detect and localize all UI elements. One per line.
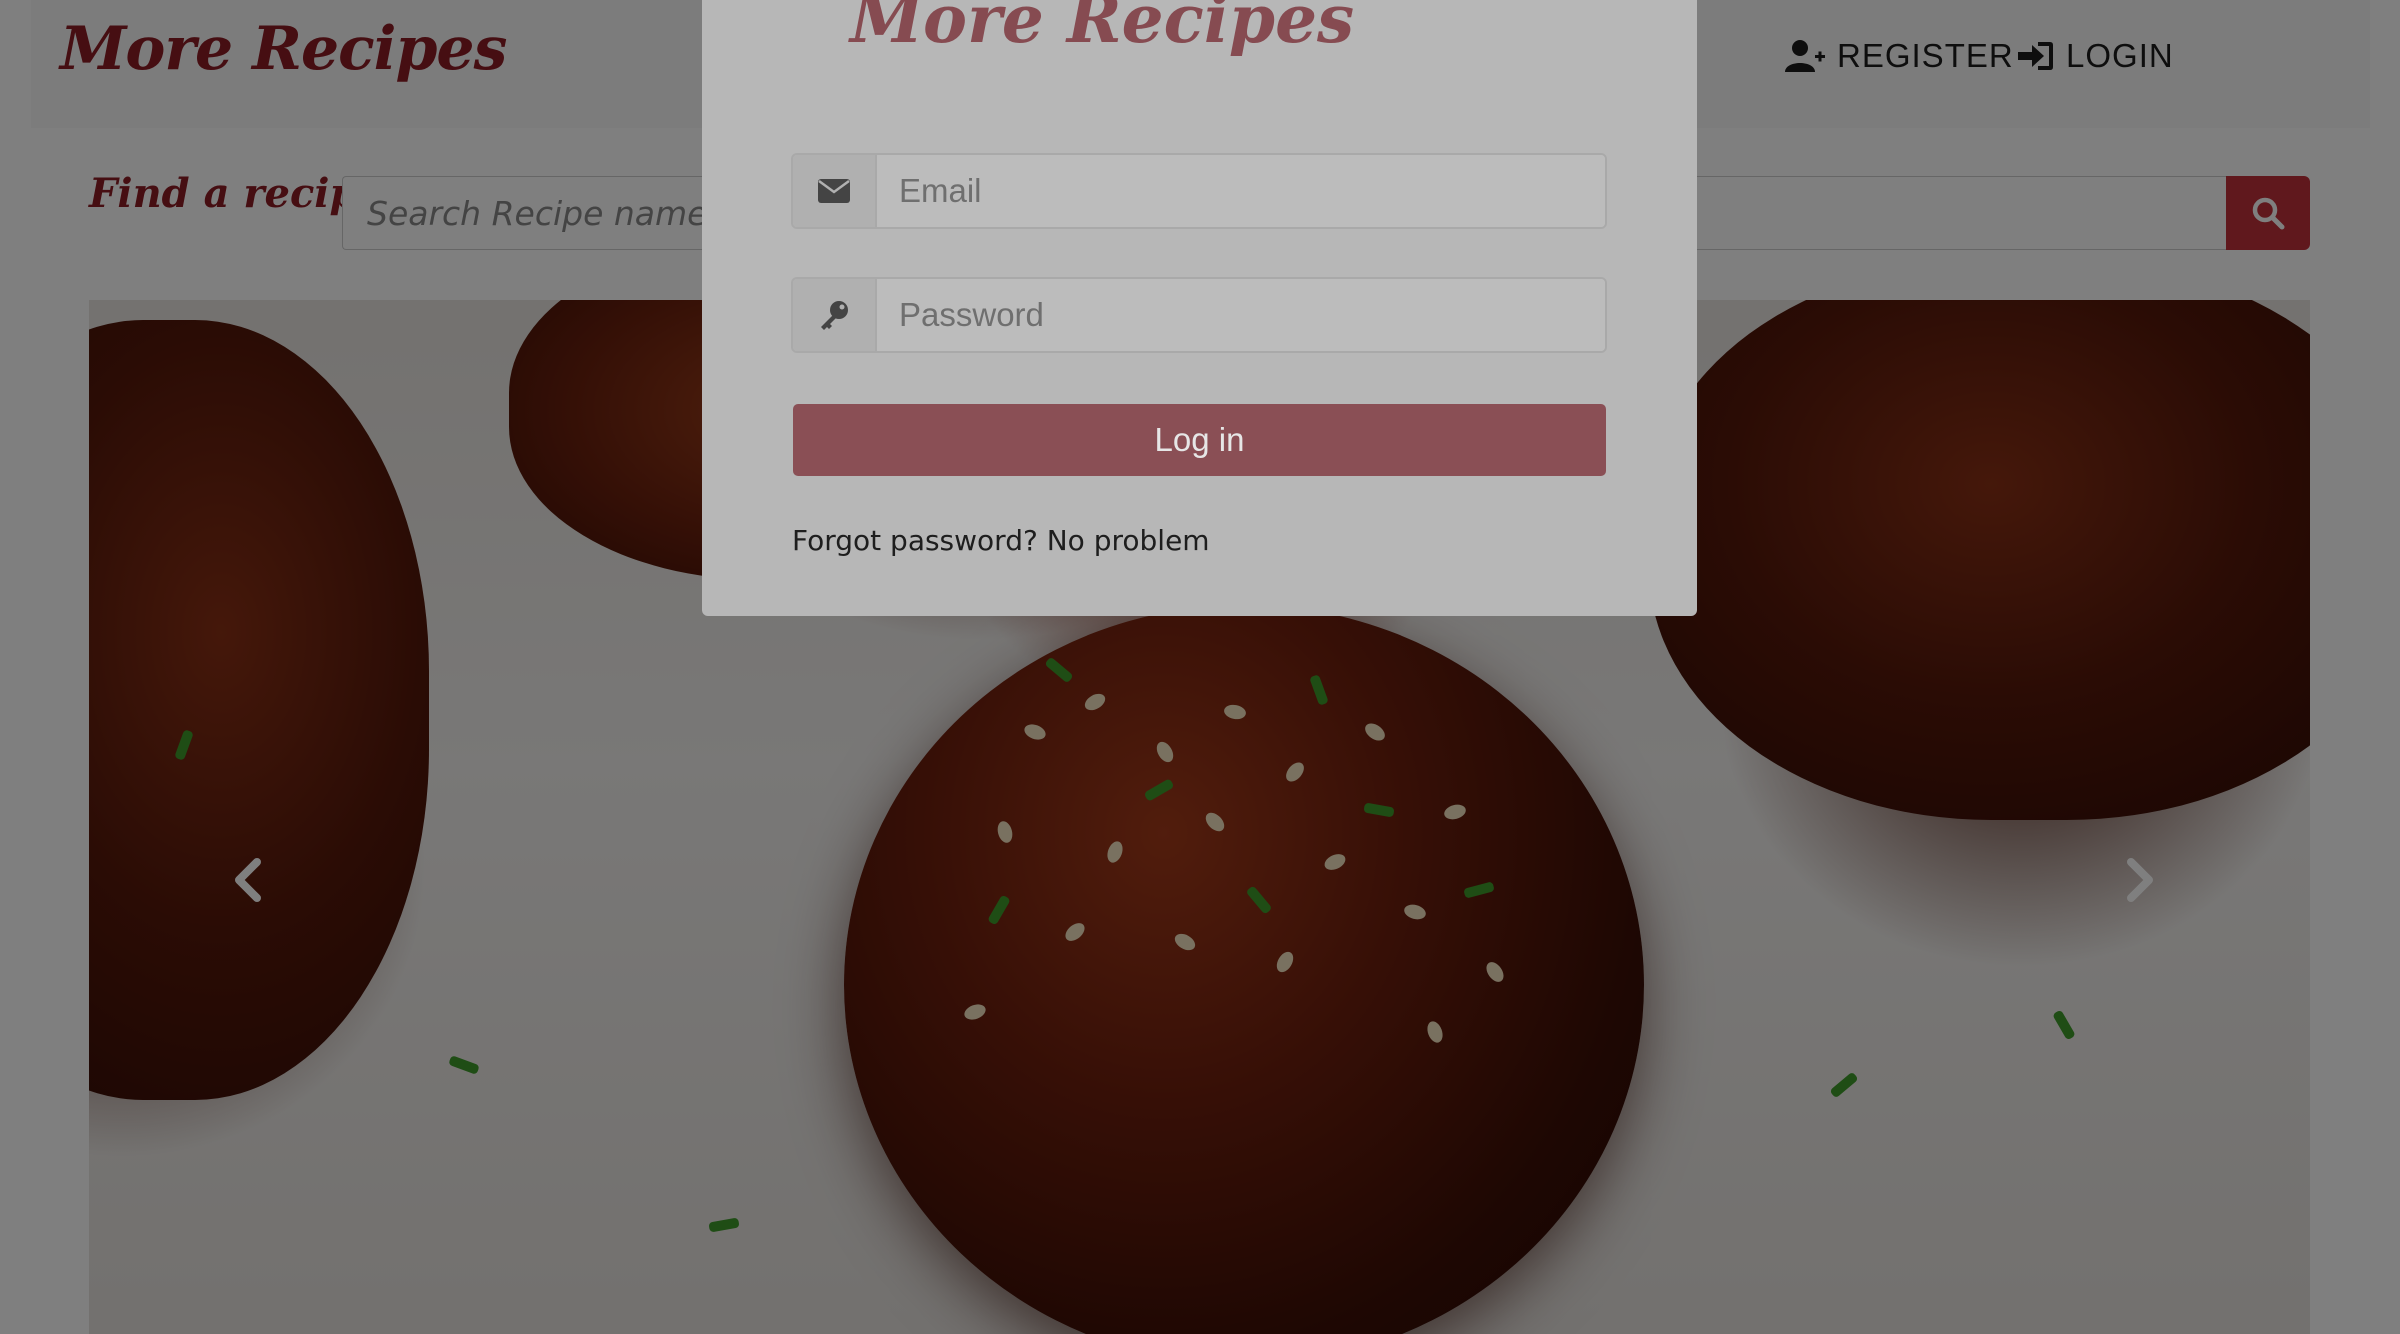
password-addon — [793, 279, 877, 351]
envelope-icon — [818, 179, 850, 203]
email-input-group — [791, 153, 1607, 229]
email-field[interactable] — [877, 155, 1605, 227]
key-icon — [821, 301, 848, 330]
modal-title: More Recipes — [850, 0, 1355, 58]
password-input-group — [791, 277, 1607, 353]
password-field[interactable] — [877, 279, 1605, 351]
login-submit-button[interactable]: Log in — [793, 404, 1606, 476]
email-addon — [793, 155, 877, 227]
forgot-password-link[interactable]: Forgot password? No problem — [792, 524, 1210, 557]
